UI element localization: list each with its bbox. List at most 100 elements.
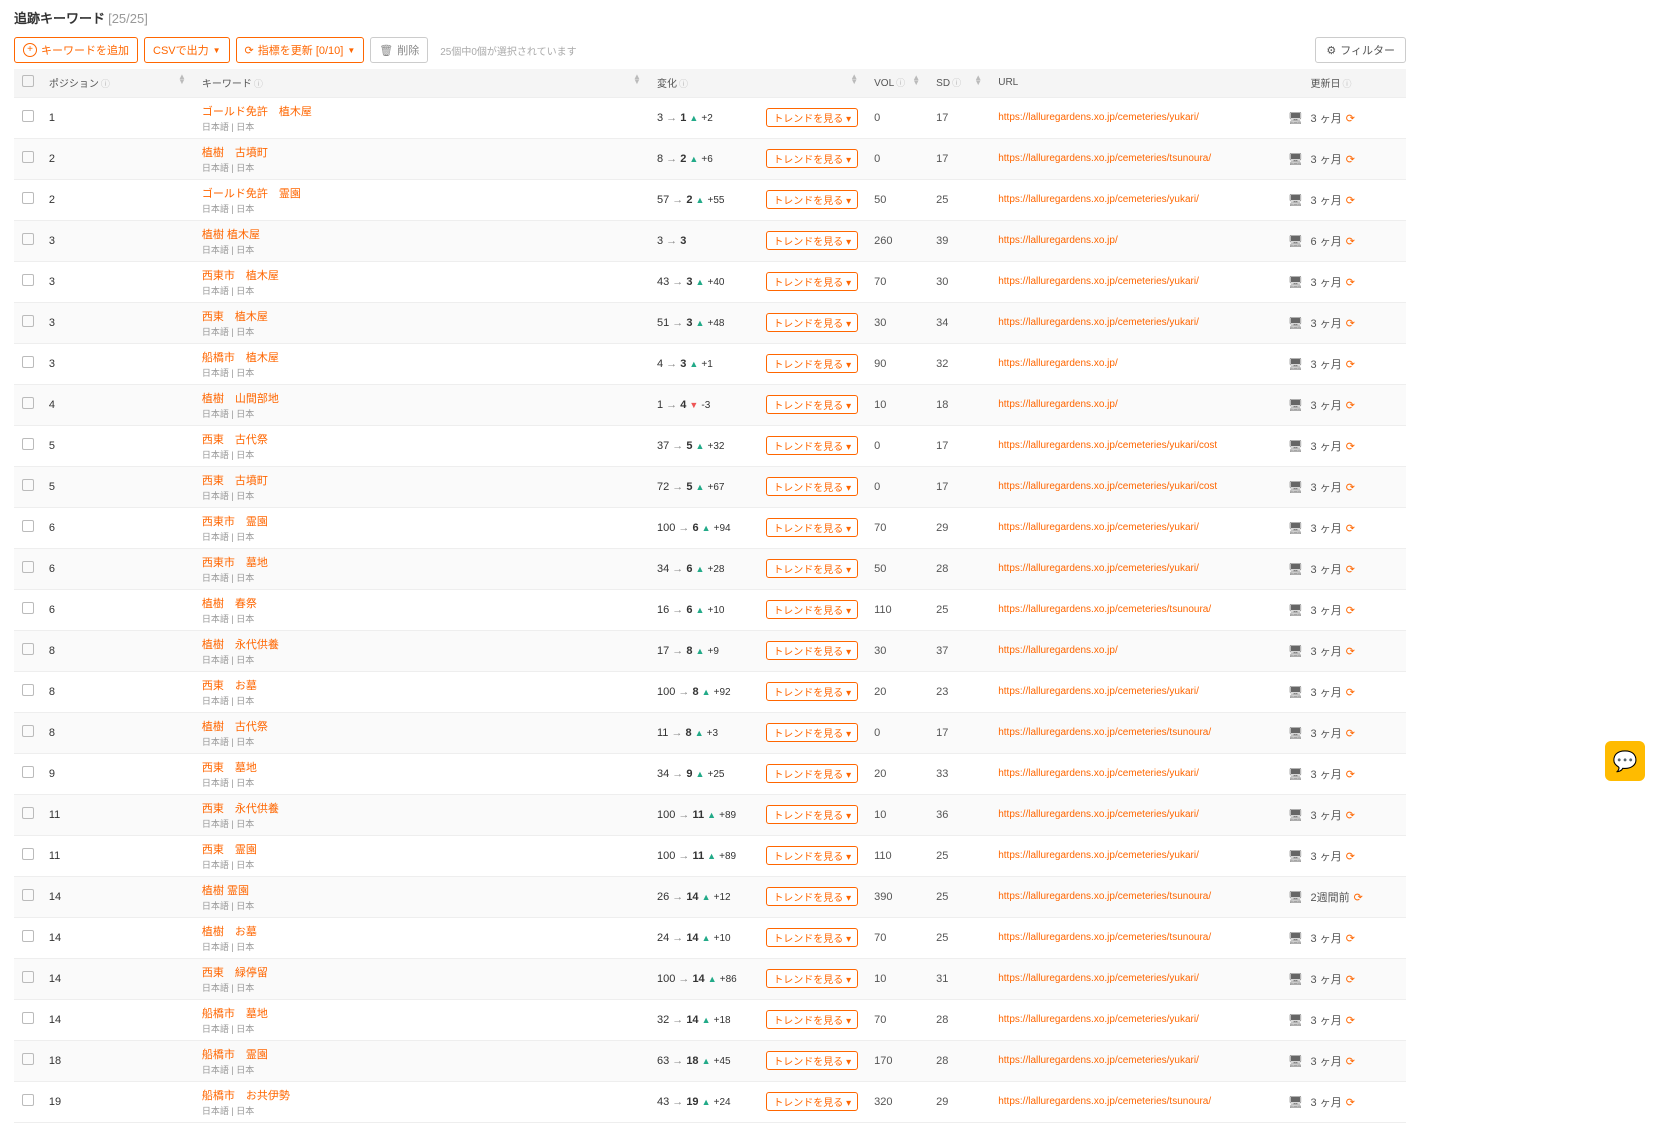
keyword-link[interactable]: 西東市 植木屋 (202, 267, 641, 283)
trend-button[interactable]: トレンドを見る ▾ (766, 805, 858, 824)
refresh-row-icon[interactable]: ⟳ (1346, 359, 1355, 371)
row-checkbox[interactable] (22, 397, 34, 409)
keyword-link[interactable]: 植樹 お墓 (202, 923, 641, 939)
th-change[interactable]: 変化ⓘ▲▼ (649, 69, 866, 97)
keyword-link[interactable]: 西東 霊園 (202, 841, 641, 857)
keyword-link[interactable]: 西東 古代祭 (202, 431, 641, 447)
refresh-row-icon[interactable]: ⟳ (1354, 892, 1363, 904)
keyword-link[interactable]: ゴールド免許 霊園 (202, 185, 641, 201)
url-link[interactable]: https://lalluregardens.xo.jp/ (998, 645, 1272, 656)
keyword-link[interactable]: 船橋市 植木屋 (202, 349, 641, 365)
keyword-link[interactable]: 西東 墓地 (202, 759, 641, 775)
refresh-row-icon[interactable]: ⟳ (1346, 564, 1355, 576)
url-link[interactable]: https://lalluregardens.xo.jp/cemeteries/… (998, 686, 1272, 697)
trend-button[interactable]: トレンドを見る ▾ (766, 436, 858, 455)
row-checkbox[interactable] (22, 561, 34, 573)
url-link[interactable]: https://lalluregardens.xo.jp/cemeteries/… (998, 522, 1272, 533)
row-checkbox[interactable] (22, 274, 34, 286)
trend-button[interactable]: トレンドを見る ▾ (766, 108, 858, 127)
trend-button[interactable]: トレンドを見る ▾ (766, 764, 858, 783)
refresh-row-icon[interactable]: ⟳ (1346, 687, 1355, 699)
refresh-row-icon[interactable]: ⟳ (1346, 482, 1355, 494)
row-checkbox[interactable] (22, 602, 34, 614)
add-keyword-button[interactable]: + キーワードを追加 (14, 37, 138, 63)
trend-button[interactable]: トレンドを見る ▾ (766, 887, 858, 906)
th-keyword[interactable]: キーワードⓘ▲▼ (194, 69, 649, 97)
keyword-link[interactable]: 植樹 春祭 (202, 595, 641, 611)
url-link[interactable]: https://lalluregardens.xo.jp/cemeteries/… (998, 727, 1272, 738)
refresh-row-icon[interactable]: ⟳ (1346, 318, 1355, 330)
keyword-link[interactable]: 西東市 墓地 (202, 554, 641, 570)
chat-button[interactable]: 💬 (1605, 741, 1645, 781)
url-link[interactable]: https://lalluregardens.xo.jp/cemeteries/… (998, 973, 1272, 984)
keyword-link[interactable]: 船橋市 お共伊勢 (202, 1087, 641, 1103)
refresh-row-icon[interactable]: ⟳ (1346, 769, 1355, 781)
url-link[interactable]: https://lalluregardens.xo.jp/cemeteries/… (998, 604, 1272, 615)
trend-button[interactable]: トレンドを見る ▾ (766, 559, 858, 578)
refresh-row-icon[interactable]: ⟳ (1346, 728, 1355, 740)
url-link[interactable]: https://lalluregardens.xo.jp/cemeteries/… (998, 809, 1272, 820)
trend-button[interactable]: トレンドを見る ▾ (766, 190, 858, 209)
keyword-link[interactable]: 植樹 山間部地 (202, 390, 641, 406)
rerank-button[interactable]: ⟳ 指標を更新 [0/10] ▼ (236, 37, 365, 63)
row-checkbox[interactable] (22, 1094, 34, 1106)
url-link[interactable]: https://lalluregardens.xo.jp/cemeteries/… (998, 768, 1272, 779)
row-checkbox[interactable] (22, 356, 34, 368)
url-link[interactable]: https://lalluregardens.xo.jp/cemeteries/… (998, 194, 1272, 205)
filter-button[interactable]: ⚙ フィルター (1315, 37, 1406, 63)
csv-export-button[interactable]: CSVで出力 ▼ (144, 37, 230, 63)
th-updated[interactable]: 更新日ⓘ (1303, 69, 1406, 97)
keyword-link[interactable]: 西東 永代供養 (202, 800, 641, 816)
url-link[interactable]: https://lalluregardens.xo.jp/ (998, 235, 1272, 246)
trend-button[interactable]: トレンドを見る ▾ (766, 313, 858, 332)
url-link[interactable]: https://lalluregardens.xo.jp/ (998, 358, 1272, 369)
trend-button[interactable]: トレンドを見る ▾ (766, 272, 858, 291)
row-checkbox[interactable] (22, 684, 34, 696)
trend-button[interactable]: トレンドを見る ▾ (766, 149, 858, 168)
trend-button[interactable]: トレンドを見る ▾ (766, 231, 858, 250)
trend-button[interactable]: トレンドを見る ▾ (766, 682, 858, 701)
keyword-link[interactable]: 西東 お墓 (202, 677, 641, 693)
row-checkbox[interactable] (22, 971, 34, 983)
refresh-row-icon[interactable]: ⟳ (1346, 400, 1355, 412)
refresh-row-icon[interactable]: ⟳ (1346, 974, 1355, 986)
refresh-row-icon[interactable]: ⟳ (1346, 1056, 1355, 1068)
row-checkbox[interactable] (22, 807, 34, 819)
th-vol[interactable]: VOLⓘ▲▼ (866, 69, 928, 97)
trend-button[interactable]: トレンドを見る ▾ (766, 1092, 858, 1111)
url-link[interactable]: https://lalluregardens.xo.jp/cemeteries/… (998, 481, 1272, 492)
refresh-row-icon[interactable]: ⟳ (1346, 1015, 1355, 1027)
row-checkbox[interactable] (22, 110, 34, 122)
keyword-link[interactable]: 植樹 古代祭 (202, 718, 641, 734)
url-link[interactable]: https://lalluregardens.xo.jp/cemeteries/… (998, 440, 1272, 451)
th-url[interactable]: URL (990, 69, 1280, 97)
refresh-row-icon[interactable]: ⟳ (1346, 646, 1355, 658)
url-link[interactable]: https://lalluregardens.xo.jp/cemeteries/… (998, 850, 1272, 861)
trend-button[interactable]: トレンドを見る ▾ (766, 600, 858, 619)
row-checkbox[interactable] (22, 889, 34, 901)
select-all-checkbox[interactable] (22, 75, 34, 87)
keyword-link[interactable]: 植樹 植木屋 (202, 226, 641, 242)
th-position[interactable]: ポジションⓘ▲▼ (41, 69, 194, 97)
delete-button[interactable]: 🗑 削除 (370, 37, 428, 63)
refresh-row-icon[interactable]: ⟳ (1346, 154, 1355, 166)
row-checkbox[interactable] (22, 438, 34, 450)
refresh-row-icon[interactable]: ⟳ (1346, 810, 1355, 822)
row-checkbox[interactable] (22, 766, 34, 778)
refresh-row-icon[interactable]: ⟳ (1346, 236, 1355, 248)
refresh-row-icon[interactable]: ⟳ (1346, 1097, 1355, 1109)
row-checkbox[interactable] (22, 930, 34, 942)
row-checkbox[interactable] (22, 479, 34, 491)
row-checkbox[interactable] (22, 233, 34, 245)
th-sd[interactable]: SDⓘ▲▼ (928, 69, 990, 97)
trend-button[interactable]: トレンドを見る ▾ (766, 1010, 858, 1029)
trend-button[interactable]: トレンドを見る ▾ (766, 641, 858, 660)
trend-button[interactable]: トレンドを見る ▾ (766, 928, 858, 947)
url-link[interactable]: https://lalluregardens.xo.jp/cemeteries/… (998, 1014, 1272, 1025)
trend-button[interactable]: トレンドを見る ▾ (766, 846, 858, 865)
refresh-row-icon[interactable]: ⟳ (1346, 851, 1355, 863)
keyword-link[interactable]: ゴールド免許 植木屋 (202, 103, 641, 119)
url-link[interactable]: https://lalluregardens.xo.jp/cemeteries/… (998, 932, 1272, 943)
refresh-row-icon[interactable]: ⟳ (1346, 441, 1355, 453)
url-link[interactable]: https://lalluregardens.xo.jp/cemeteries/… (998, 153, 1272, 164)
